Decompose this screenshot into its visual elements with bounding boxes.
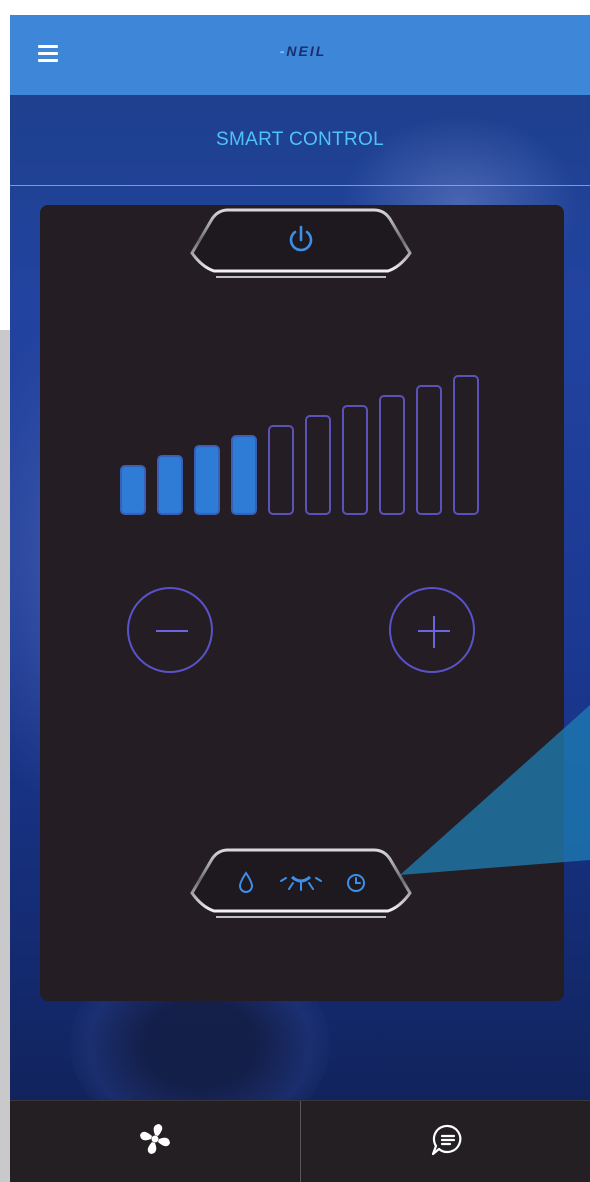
hamburger-menu-icon[interactable]: [38, 45, 58, 62]
power-button[interactable]: [188, 205, 414, 281]
mode-selector: [190, 848, 412, 918]
tab-fan[interactable]: [10, 1101, 300, 1182]
level-bar[interactable]: [268, 425, 294, 515]
title-divider: [10, 185, 590, 186]
callout-pointer: [400, 705, 590, 875]
level-bar[interactable]: [120, 465, 146, 515]
brand-logo: -NEIL: [279, 43, 327, 59]
page-title: SMART CONTROL: [216, 129, 384, 150]
intensity-level-bars[interactable]: [120, 365, 490, 515]
level-bar[interactable]: [231, 435, 257, 515]
increase-button[interactable]: [389, 587, 475, 673]
level-bar[interactable]: [379, 395, 405, 515]
chat-icon: [431, 1124, 462, 1156]
bottom-navigation: [10, 1100, 590, 1182]
minus-icon: [156, 630, 188, 632]
fan-icon: [140, 1124, 170, 1154]
level-bar[interactable]: [194, 445, 220, 515]
background-strip: [0, 330, 10, 1182]
tab-chat[interactable]: [301, 1101, 590, 1182]
top-bar: -NEIL: [10, 15, 590, 95]
level-bar[interactable]: [342, 405, 368, 515]
level-bar[interactable]: [416, 385, 442, 515]
decrease-button[interactable]: [127, 587, 213, 673]
app-screen: -NEIL SMART CONTROL: [10, 15, 590, 1182]
level-bar[interactable]: [157, 455, 183, 515]
level-bar[interactable]: [453, 375, 479, 515]
level-bar[interactable]: [305, 415, 331, 515]
